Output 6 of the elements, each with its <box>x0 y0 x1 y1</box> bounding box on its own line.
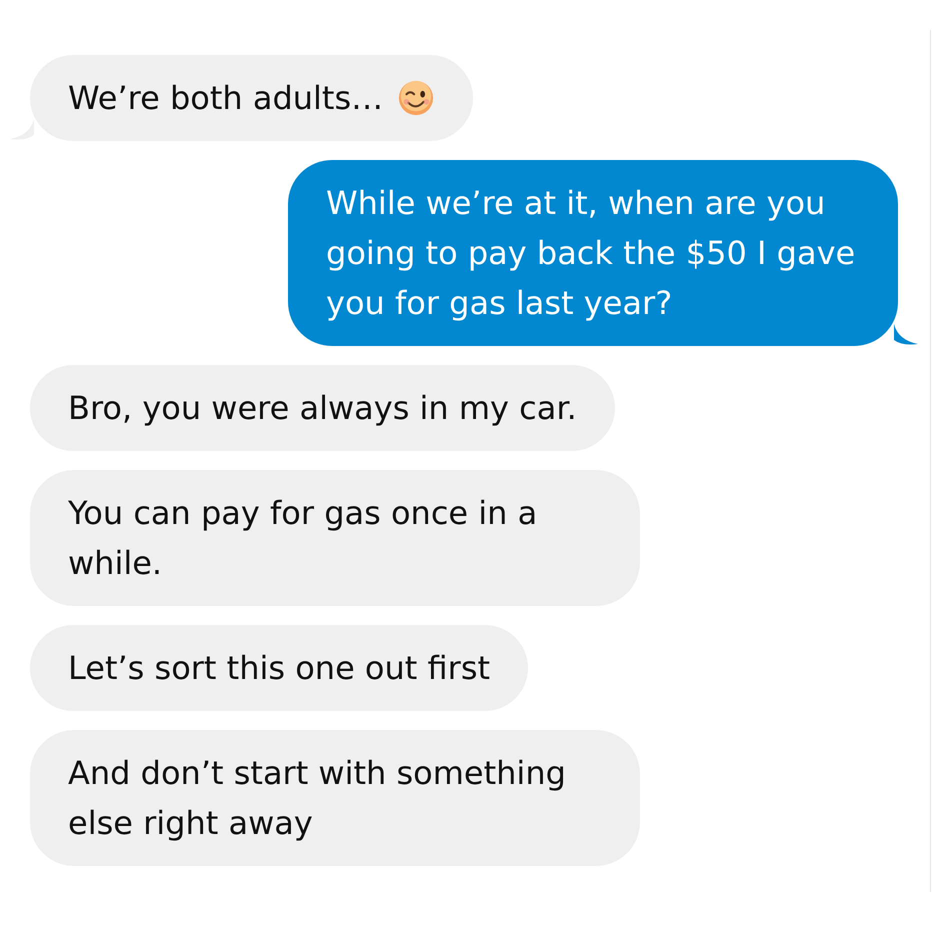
message-text: And don’t start with something else right away <box>68 753 567 844</box>
message-text: Let’s sort this one out first <box>68 648 490 689</box>
message-text: Bro, you were always in my car. <box>68 388 577 429</box>
message-text: We’re both adults… <box>68 78 384 119</box>
message-text: You can pay for gas once in a while. <box>68 493 538 584</box>
message-text: While we’re at it, when are you going to pay back the $50 I gave you for gas last year? <box>326 183 856 324</box>
